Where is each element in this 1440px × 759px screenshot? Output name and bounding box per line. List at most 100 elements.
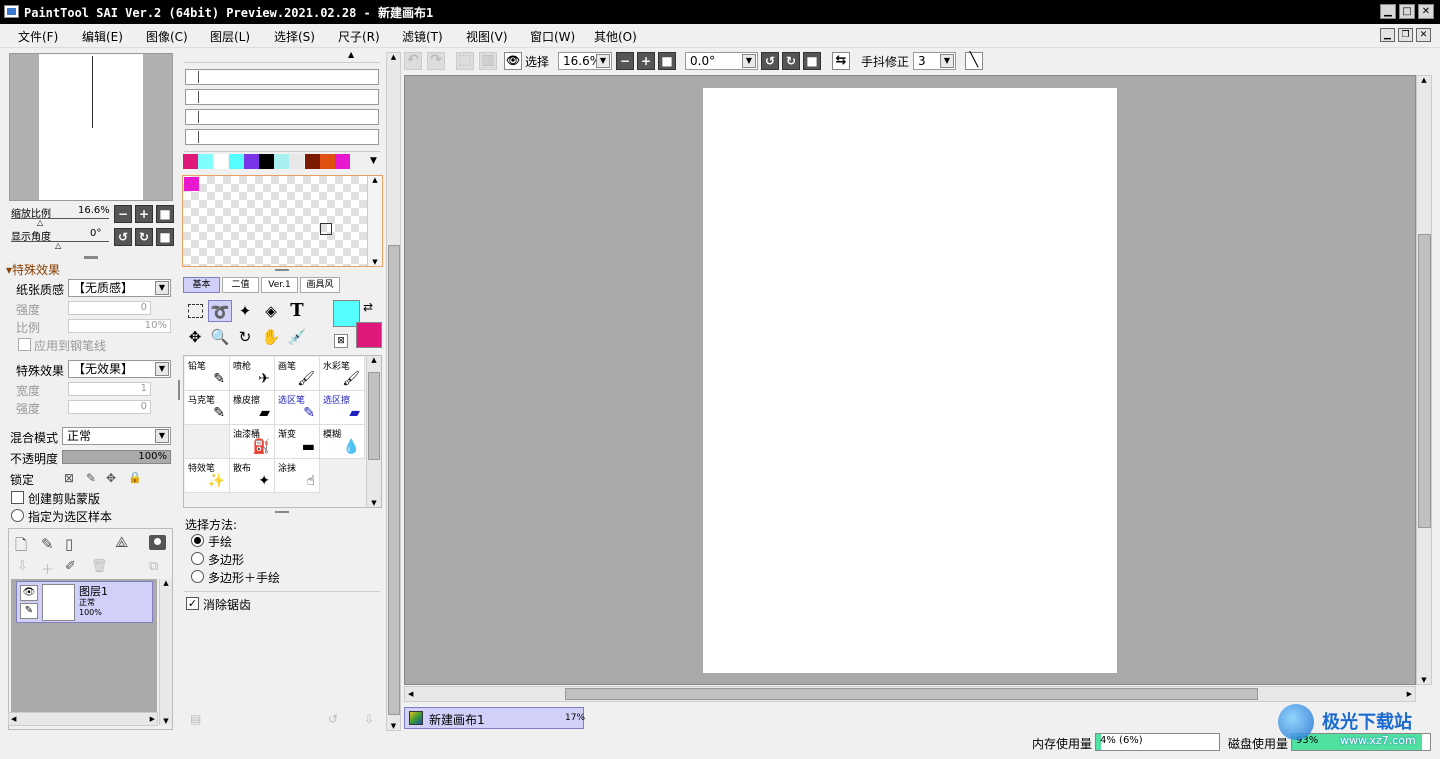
antialias-checkbox[interactable]: ✓: [186, 597, 199, 610]
apply-pen-checkbox[interactable]: [18, 338, 31, 351]
palette-swatch[interactable]: [259, 154, 274, 169]
brush-tool[interactable]: 油漆桶 ⛽: [230, 425, 275, 459]
lasso-icon[interactable]: ➰: [208, 300, 232, 322]
maximize-button[interactable]: □: [1399, 4, 1415, 19]
scroll-up-icon[interactable]: ▲: [387, 53, 400, 61]
scroll-up-icon[interactable]: ▲: [1417, 76, 1431, 84]
text-tool-icon[interactable]: T: [285, 300, 309, 322]
palette-menu-icon[interactable]: ▼: [370, 156, 377, 166]
scroll-left-icon[interactable]: ◀: [11, 715, 16, 723]
magic-wand-icon[interactable]: ✦: [233, 300, 257, 322]
scroll-thumb[interactable]: [368, 372, 380, 460]
scroll-down-icon[interactable]: ▼: [160, 717, 172, 725]
lock-paint-icon[interactable]: ✎: [86, 471, 96, 485]
new-folder-icon[interactable]: ▯: [65, 535, 73, 553]
color-slider-3[interactable]: [185, 109, 379, 125]
menu-layer[interactable]: 图层(L): [210, 28, 250, 45]
radio-freehand[interactable]: [191, 534, 204, 547]
paper-dropdown[interactable]: 【无质感】 ▼: [68, 279, 171, 297]
scroll-down-icon[interactable]: ▼: [387, 722, 400, 730]
stabilizer-dropdown[interactable]: 3 ▼: [913, 52, 956, 70]
strength-slider[interactable]: 0: [68, 301, 151, 315]
navigator-preview[interactable]: [9, 53, 173, 201]
canvas-tab[interactable]: 新建画布1 17%: [404, 707, 585, 729]
panel-splitter[interactable]: [275, 269, 289, 271]
swap-colors-icon[interactable]: ⇄: [363, 300, 373, 314]
layer-list-scrollbar[interactable]: ▲ ▼: [159, 579, 172, 725]
toolbar-zoom-reset-button[interactable]: ■: [658, 52, 676, 70]
menu-file[interactable]: 文件(F): [18, 28, 58, 45]
blend-dropdown[interactable]: 正常 ▼: [62, 427, 171, 445]
brush-tool[interactable]: 渐变 ▬: [275, 425, 320, 459]
menu-view[interactable]: 视图(V): [466, 28, 508, 45]
merge-down-icon[interactable]: ⇩: [17, 559, 28, 574]
close-button[interactable]: ✕: [1418, 4, 1434, 19]
export-icon[interactable]: ⇩: [364, 712, 374, 726]
brush-tool[interactable]: 散布 ✦: [230, 459, 275, 493]
hand-icon[interactable]: ✋: [259, 326, 283, 348]
panel-splitter[interactable]: [84, 256, 98, 259]
tab-binary[interactable]: 二值: [222, 277, 259, 293]
palette-swatch[interactable]: [274, 154, 290, 169]
scroll-up-icon[interactable]: ▲: [367, 356, 381, 364]
opacity-slider[interactable]: 100%: [62, 450, 171, 464]
zoom-slider[interactable]: [11, 218, 109, 219]
undo-button[interactable]: ↶: [404, 52, 422, 70]
minimize-button[interactable]: ▁: [1380, 4, 1396, 19]
zoom-slider-thumb[interactable]: △: [37, 218, 43, 227]
layer-row[interactable]: 👁 ✎ 图层1 正常 100%: [16, 581, 153, 623]
brush-scrollbar[interactable]: ▲ ▼: [366, 356, 381, 507]
color-slider-2[interactable]: [185, 89, 379, 105]
clear-layer-icon[interactable]: ✐: [65, 559, 76, 574]
palette-swatch[interactable]: [183, 154, 198, 169]
duplicate-icon[interactable]: ⧉: [149, 559, 158, 574]
rect-select-icon[interactable]: [183, 300, 207, 322]
mask-icon[interactable]: [149, 535, 166, 550]
toolbar-rotate-reset-button[interactable]: ■: [803, 52, 821, 70]
rotate-left-button[interactable]: ↺: [114, 228, 132, 246]
palette-swatch[interactable]: [304, 154, 320, 169]
zoom-reset-button[interactable]: ■: [156, 205, 174, 223]
toolbar-zoom-in-button[interactable]: +: [637, 52, 655, 70]
invert-select-button[interactable]: ▥: [479, 52, 497, 70]
angle-slider-thumb[interactable]: △: [55, 241, 61, 250]
scroll-down-icon[interactable]: ▼: [367, 499, 381, 507]
sample-checkbox[interactable]: [11, 509, 24, 522]
lock-move-icon[interactable]: ✥: [106, 471, 116, 485]
toolbar-rotate-right-button[interactable]: ↻: [782, 52, 800, 70]
brush-tool[interactable]: 涂抹 ☝: [275, 459, 320, 493]
menu-filter[interactable]: 滤镜(T): [402, 28, 443, 45]
scratch-scrollbar[interactable]: ▲ ▼: [367, 176, 382, 266]
lock-all-icon[interactable]: 🔒: [128, 471, 142, 484]
menu-select[interactable]: 选择(S): [274, 28, 315, 45]
collapse-up-icon[interactable]: ▲: [348, 50, 354, 59]
mdi-close-button[interactable]: ✕: [1416, 28, 1431, 42]
scroll-thumb[interactable]: [1418, 234, 1431, 528]
clip-checkbox[interactable]: [11, 491, 24, 504]
rotate-reset-button[interactable]: ■: [156, 228, 174, 246]
move-icon[interactable]: ✥: [183, 326, 207, 348]
mdi-minimize-button[interactable]: ▁: [1380, 28, 1395, 42]
toolbar-angle-dropdown[interactable]: 0.0° ▼: [685, 52, 758, 70]
menu-other[interactable]: 其他(O): [594, 28, 637, 45]
palette-swatch[interactable]: [289, 154, 305, 169]
brush-tool[interactable]: 画笔 🖌: [275, 357, 320, 391]
palette-swatch[interactable]: [213, 154, 229, 169]
layer-effect-icon[interactable]: ⟁: [115, 533, 128, 551]
flip-horizontal-icon[interactable]: ⇆: [832, 52, 850, 70]
brush-tool[interactable]: 马克笔 ✎: [185, 391, 230, 425]
brush-tool[interactable]: [185, 425, 230, 459]
eye-icon[interactable]: 👁: [20, 585, 38, 601]
scroll-up-icon[interactable]: ▲: [160, 579, 172, 587]
toolbar-zoom-dropdown[interactable]: 16.6% ▼: [558, 52, 612, 70]
lock-transparency-icon[interactable]: ⊠: [64, 471, 74, 485]
toolbar-rotate-left-button[interactable]: ↺: [761, 52, 779, 70]
palette-swatch[interactable]: [228, 154, 244, 169]
zoom-in-button[interactable]: +: [135, 205, 153, 223]
delete-layer-icon[interactable]: 🗑: [91, 559, 108, 574]
brush-tool[interactable]: 铅笔 ✎: [185, 357, 230, 391]
radio-polygon[interactable]: [191, 552, 204, 565]
add-icon[interactable]: ＋: [41, 559, 54, 578]
canvas-page[interactable]: [703, 88, 1117, 673]
transparent-color-icon[interactable]: ⊠: [334, 334, 348, 348]
